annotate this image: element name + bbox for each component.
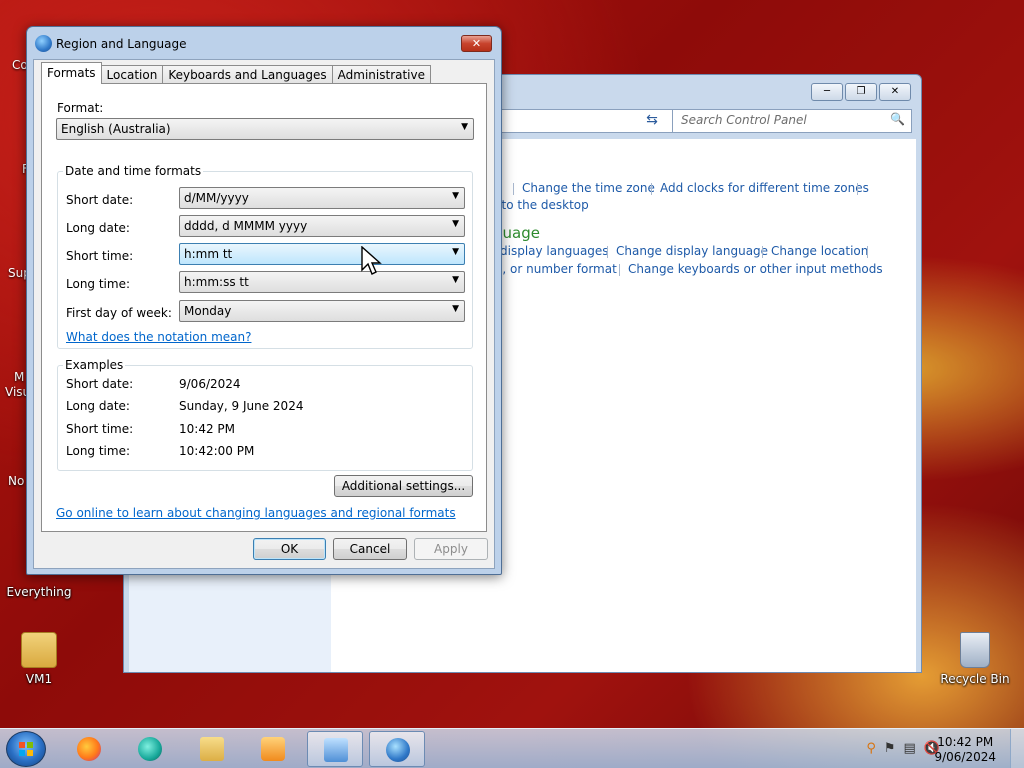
chevron-down-icon: ▼ [452, 247, 459, 257]
taskbar-region-language[interactable] [369, 731, 425, 767]
chevron-down-icon: ▼ [452, 219, 459, 229]
example-value: 10:42:00 PM [179, 444, 255, 458]
search-icon[interactable]: ⚲ [866, 741, 876, 756]
cp-link[interactable]: t to the desktop [493, 198, 589, 212]
media-player-icon [261, 737, 285, 761]
desktop-icon-label: Everything [6, 585, 72, 599]
change-keyboards-link[interactable]: Change keyboards or other input methods [628, 262, 883, 276]
group-title: Date and time formats [63, 164, 204, 178]
example-value: 9/06/2024 [179, 377, 241, 391]
ok-button[interactable]: OK [253, 538, 326, 560]
change-time-zone-link[interactable]: Change the time zone [522, 181, 655, 195]
first-day-label: First day of week: [66, 306, 172, 320]
number-format-link[interactable]: e, or number format [495, 262, 617, 276]
app-icon [138, 737, 162, 761]
chevron-down-icon: ▼ [452, 275, 459, 285]
clock-date: 9/06/2024 [934, 750, 996, 764]
tab-administrative[interactable]: Administrative [331, 65, 432, 84]
desktop-partial-label: M [14, 370, 25, 384]
region-globe-icon [386, 738, 410, 762]
dialog-title: Region and Language [56, 37, 187, 51]
search-placeholder: Search Control Panel [681, 113, 807, 127]
windows-logo-icon [19, 742, 33, 756]
format-dropdown[interactable]: English (Australia) ▼ [56, 118, 474, 140]
mouse-cursor-icon [361, 246, 382, 275]
display-languages-link[interactable]: display languages [500, 244, 609, 258]
add-clocks-link[interactable]: Add clocks for different time zones [660, 181, 869, 195]
explorer-folder-icon [200, 737, 224, 761]
flag-icon[interactable]: ⚑ [884, 741, 896, 756]
clock-time: 10:42 PM [937, 735, 994, 749]
cancel-button[interactable]: Cancel [333, 538, 407, 560]
long-date-dropdown[interactable]: dddd, d MMMM yyyy ▼ [179, 215, 465, 237]
desktop-icon-label: Recycle Bin [940, 672, 1010, 686]
region-language-dialog[interactable]: Region and Language ✕ Formats Location K… [26, 26, 502, 575]
close-button[interactable]: ✕ [461, 35, 492, 52]
dialog-client: Formats Location Keyboards and Languages… [33, 59, 495, 569]
short-time-value: h:mm tt [184, 247, 233, 261]
search-input[interactable]: Search Control Panel 🔍 [672, 109, 912, 133]
group-title: Examples [63, 358, 126, 372]
long-date-value: dddd, d MMMM yyyy [184, 219, 308, 233]
network-icon[interactable]: ▤ [904, 741, 916, 756]
taskbar-explorer[interactable] [184, 731, 240, 767]
control-panel-icon [324, 738, 348, 762]
short-time-label: Short time: [66, 249, 134, 263]
refresh-icon[interactable]: ⇆ [640, 109, 664, 133]
first-day-value: Monday [184, 304, 232, 318]
example-label: Long date: [66, 399, 130, 413]
long-date-label: Long date: [66, 221, 130, 235]
chevron-down-icon: ▼ [461, 122, 468, 132]
apply-button[interactable]: Apply [414, 538, 488, 560]
taskbar: ⚲ ⚑ ▤ 🔇 10:42 PM 9/06/2024 [0, 728, 1024, 768]
desktop-icon-vm1[interactable]: VM1 [2, 632, 76, 686]
start-button[interactable] [6, 731, 46, 767]
recycle-bin-icon [960, 632, 990, 668]
example-value: Sunday, 9 June 2024 [179, 399, 304, 413]
minimize-button[interactable]: ─ [811, 83, 843, 101]
short-time-dropdown[interactable]: h:mm tt ▼ [179, 243, 465, 265]
tab-formats[interactable]: Formats [41, 62, 102, 84]
short-date-label: Short date: [66, 193, 134, 207]
taskbar-firefox[interactable] [61, 731, 117, 767]
additional-settings-button[interactable]: Additional settings... [334, 475, 473, 497]
taskbar-control-panel[interactable] [307, 731, 363, 767]
format-label: Format: [57, 101, 104, 115]
first-day-dropdown[interactable]: Monday ▼ [179, 300, 465, 322]
formats-tab-page: Format: English (Australia) ▼ Date and t… [41, 83, 487, 532]
long-time-dropdown[interactable]: h:mm:ss tt ▼ [179, 271, 465, 293]
user-folder-icon [21, 632, 57, 668]
tab-keyboards-languages[interactable]: Keyboards and Languages [162, 65, 333, 84]
desktop-icon-recycle-bin[interactable]: Recycle Bin [938, 632, 1012, 686]
long-time-value: h:mm:ss tt [184, 275, 249, 289]
maximize-button[interactable]: ❐ [845, 83, 877, 101]
change-location-link[interactable]: Change location [771, 244, 868, 258]
chevron-down-icon: ▼ [452, 304, 459, 314]
notification-area: ⚲ ⚑ ▤ 🔇 [866, 741, 940, 756]
taskbar-app[interactable] [122, 731, 178, 767]
show-desktop-button[interactable] [1010, 729, 1024, 768]
desktop-partial-label: No [8, 474, 25, 488]
search-icon[interactable]: 🔍 [890, 112, 905, 126]
system-clock[interactable]: 10:42 PM 9/06/2024 [934, 735, 996, 765]
tab-strip: Formats Location Keyboards and Languages… [41, 62, 432, 84]
notation-help-link[interactable]: What does the notation mean? [66, 330, 251, 344]
desktop-icon-label: VM1 [25, 672, 53, 686]
format-value: English (Australia) [61, 122, 171, 136]
chevron-down-icon: ▼ [452, 191, 459, 201]
example-label: Long time: [66, 444, 131, 458]
example-label: Short time: [66, 422, 134, 436]
short-date-value: d/MM/yyyy [184, 191, 249, 205]
close-button[interactable]: ✕ [879, 83, 911, 101]
long-time-label: Long time: [66, 277, 131, 291]
example-label: Short date: [66, 377, 134, 391]
taskbar-media-player[interactable] [245, 731, 301, 767]
change-display-language-link[interactable]: Change display language [616, 244, 768, 258]
globe-icon [35, 35, 52, 52]
firefox-icon [77, 737, 101, 761]
example-value: 10:42 PM [179, 422, 235, 436]
short-date-dropdown[interactable]: d/MM/yyyy ▼ [179, 187, 465, 209]
tab-location[interactable]: Location [100, 65, 164, 84]
online-languages-link[interactable]: Go online to learn about changing langua… [56, 506, 456, 520]
